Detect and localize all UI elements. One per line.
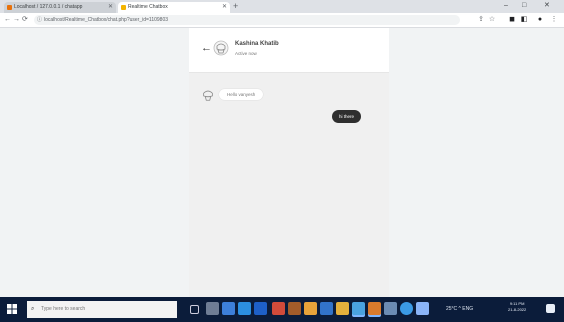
tab-label: Realtime Chatbox <box>128 4 168 10</box>
share-icon[interactable]: ⇪ <box>477 15 485 23</box>
app-icon[interactable] <box>222 302 235 315</box>
chat-header: ← Kashina Khatib Active now <box>189 28 389 73</box>
app-icon[interactable] <box>368 302 381 315</box>
tab-favicon-icon <box>121 5 126 10</box>
extension-icon[interactable]: ◼ <box>508 15 516 23</box>
tab-label: Localhost / 127.0.0.1 / chatapp <box>14 4 83 10</box>
maximize-button[interactable]: □ <box>522 0 526 12</box>
address-text: localhost/Realtime_Chatbox/chat.php?user… <box>44 17 169 23</box>
close-window-button[interactable]: ✕ <box>544 0 550 12</box>
app-icon[interactable] <box>400 302 413 315</box>
windows-taskbar: ⌕ Type here to search 25°C ^ ENG 9:11 PM… <box>0 297 564 322</box>
chat-panel: ← Kashina Khatib Active now Hello vanyes… <box>189 28 389 297</box>
app-icon[interactable] <box>238 302 251 315</box>
new-tab-button[interactable]: + <box>233 1 238 12</box>
reload-icon[interactable]: ⟳ <box>22 14 28 26</box>
taskbar-search-input[interactable]: ⌕ Type here to search <box>27 301 177 318</box>
contact-status: Active now <box>235 51 257 56</box>
browser-tab-strip: Localhost / 127.0.0.1 / chatapp ✕ Realti… <box>0 0 564 13</box>
bookmark-star-icon[interactable]: ☆ <box>488 15 496 23</box>
app-icon[interactable] <box>206 302 219 315</box>
app-icon[interactable] <box>254 302 267 315</box>
contact-name: Kashina Khatib <box>235 41 279 47</box>
search-placeholder: Type here to search <box>41 306 86 312</box>
app-icon[interactable] <box>272 302 285 315</box>
sidebar-icon[interactable]: ◧ <box>520 15 528 23</box>
page-viewport: ← Kashina Khatib Active now Hello vanyes… <box>0 28 564 297</box>
back-arrow-icon[interactable]: ← <box>201 42 212 54</box>
tab-close-icon[interactable]: ✕ <box>108 2 113 13</box>
browser-toolbar: ← → ⟳ ⓘ localhost/Realtime_Chatbox/chat.… <box>0 13 564 28</box>
clock-date: 21-8-2022 <box>508 307 527 312</box>
windows-start-icon[interactable] <box>7 304 17 314</box>
app-icon[interactable] <box>416 302 429 315</box>
tab-favicon-icon <box>7 5 12 10</box>
profile-avatar-icon[interactable]: ● <box>536 15 544 23</box>
back-nav-icon[interactable]: ← <box>4 14 11 26</box>
app-icon[interactable] <box>304 302 317 315</box>
contact-avatar-icon <box>213 40 229 56</box>
address-bar[interactable]: ⓘ localhost/Realtime_Chatbox/chat.php?us… <box>34 15 460 25</box>
site-info-icon[interactable]: ⓘ <box>37 15 42 25</box>
notification-icon[interactable] <box>546 304 555 313</box>
incoming-message-bubble: Hello vanyesh <box>219 89 264 100</box>
search-icon: ⌕ <box>31 306 35 312</box>
app-icon[interactable] <box>352 302 365 315</box>
forward-nav-icon[interactable]: → <box>13 14 20 26</box>
task-view-icon[interactable] <box>190 305 199 314</box>
app-icon[interactable] <box>288 302 301 315</box>
system-tray[interactable]: 25°C ^ ENG <box>446 303 473 315</box>
app-icon[interactable] <box>384 302 397 315</box>
menu-icon[interactable]: ⋮ <box>550 15 558 23</box>
sender-avatar-icon <box>203 90 213 101</box>
tab-realtime-chatbox[interactable]: Realtime Chatbox ✕ <box>118 2 230 13</box>
outgoing-message-bubble: hi there <box>332 110 362 123</box>
tab-localhost[interactable]: Localhost / 127.0.0.1 / chatapp ✕ <box>4 2 116 13</box>
minimize-button[interactable]: – <box>504 0 508 12</box>
app-icon[interactable] <box>336 302 349 315</box>
app-icon[interactable] <box>320 302 333 315</box>
tab-close-icon[interactable]: ✕ <box>222 2 227 13</box>
taskbar-clock[interactable]: 9:11 PM 21-8-2022 <box>508 301 526 313</box>
